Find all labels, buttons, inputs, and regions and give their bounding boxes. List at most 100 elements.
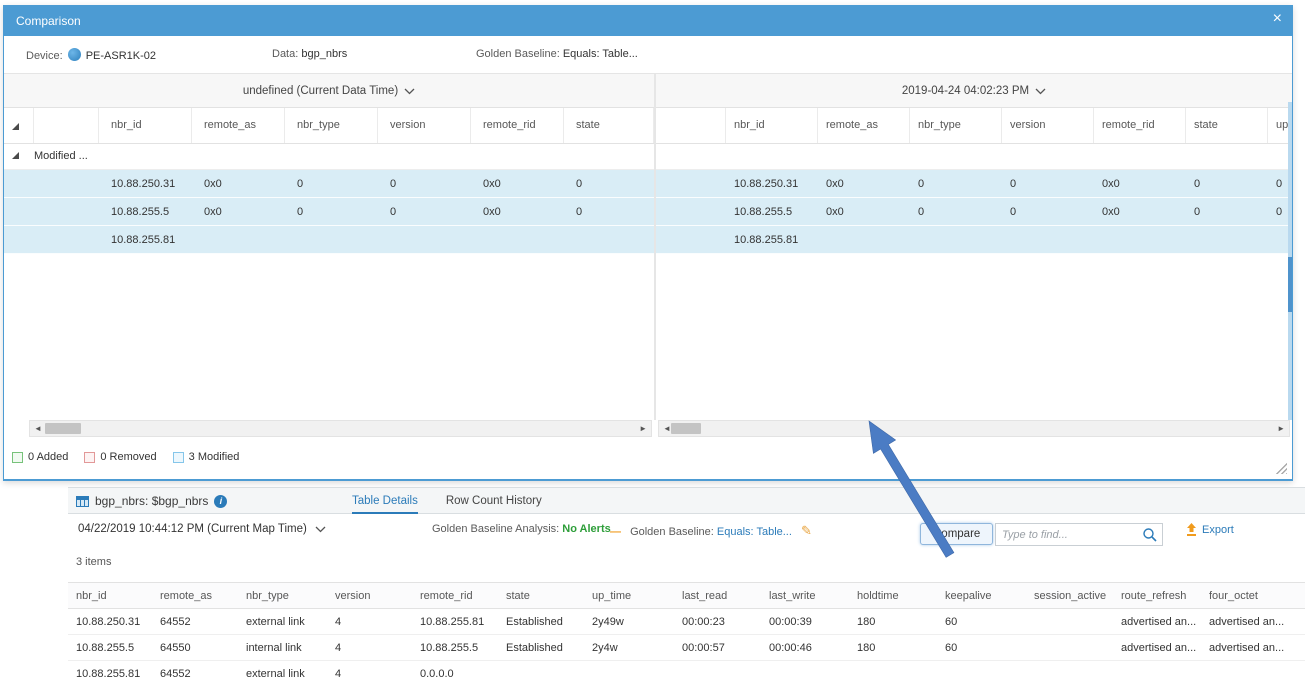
- gb-setting: — Golden Baseline: Equals: Table... ✎: [610, 523, 812, 539]
- cell: 2y4w: [584, 635, 674, 661]
- sort-icon[interactable]: [4, 108, 34, 143]
- baseline-value: Equals: Table...: [563, 48, 638, 60]
- compare-button[interactable]: Compare: [920, 523, 993, 545]
- panel-title: bgp_nbrs: $bgp_nbrs: [95, 494, 208, 508]
- scrollbar-thumb[interactable]: [45, 423, 81, 434]
- column-header[interactable]: remote_rid: [471, 108, 564, 143]
- column-header[interactable]: nbr_id: [68, 582, 152, 609]
- tab-table-details[interactable]: Table Details: [352, 488, 418, 515]
- cell: 4: [327, 635, 412, 661]
- cell: 0: [285, 170, 378, 197]
- edit-pencil-icon[interactable]: ✎: [801, 523, 812, 538]
- cell: 60: [937, 609, 1026, 635]
- column-header[interactable]: remote_rid: [412, 582, 498, 609]
- column-header[interactable]: version: [378, 108, 471, 143]
- column-header[interactable]: remote_as: [818, 108, 910, 143]
- scrollbar-thumb[interactable]: [1288, 257, 1292, 312]
- column-header[interactable]: last_write: [761, 582, 849, 609]
- left-time-label: undefined (Current Data Time): [243, 85, 398, 97]
- cell: 64552: [152, 661, 238, 682]
- collapse-icon[interactable]: [4, 144, 34, 169]
- column-header[interactable]: route_refresh: [1113, 582, 1201, 609]
- cell: 2y49w: [584, 609, 674, 635]
- export-button[interactable]: Export: [1186, 523, 1234, 536]
- comparison-dialog: Comparison × Device:PE-ASR1K-02 Data: bg…: [3, 5, 1293, 481]
- device-info: Device: PE-ASR1K-02: [26, 48, 156, 62]
- right-h-scrollbar[interactable]: ◄ ►: [658, 420, 1290, 437]
- comparison-row[interactable]: 10.88.250.31 0x0 0 0 0x0 0 10.88.250.31 …: [4, 170, 1292, 198]
- table-row[interactable]: 10.88.255.5 64550 internal link 4 10.88.…: [68, 635, 1305, 661]
- search-input[interactable]: [1002, 525, 1132, 544]
- cell: 0.0.0.0: [412, 661, 498, 682]
- column-header[interactable]: nbr_type: [238, 582, 327, 609]
- column-header[interactable]: keepalive: [937, 582, 1026, 609]
- panel-header: bgp_nbrs: $bgp_nbrs i Table Details Row …: [68, 487, 1305, 514]
- column-header[interactable]: remote_rid: [1094, 108, 1186, 143]
- cell: [1026, 609, 1113, 635]
- column-header[interactable]: state: [498, 582, 584, 609]
- table-icon: [76, 496, 89, 507]
- column-header[interactable]: up_time: [584, 582, 674, 609]
- column-header[interactable]: remote_as: [152, 582, 238, 609]
- column-header[interactable]: four_octet: [1201, 582, 1305, 609]
- triangle-icon: [12, 152, 19, 159]
- legend-modified: 3 Modified: [173, 451, 240, 463]
- column-header[interactable]: holdtime: [849, 582, 937, 609]
- column-header[interactable]: nbr_id: [726, 108, 818, 143]
- cell: 10.88.255.81: [99, 226, 192, 253]
- device-icon: [68, 48, 81, 61]
- comparison-row[interactable]: 10.88.255.81 10.88.255.81: [4, 226, 1292, 254]
- close-icon[interactable]: ×: [1273, 10, 1282, 28]
- column-header[interactable]: nbr_type: [285, 108, 378, 143]
- column-header[interactable]: nbr_id: [99, 108, 192, 143]
- panel-title-group: bgp_nbrs: $bgp_nbrs i: [76, 494, 227, 508]
- legend-removed: 0 Removed: [84, 451, 156, 463]
- column-header[interactable]: last_read: [674, 582, 761, 609]
- dialog-title: Comparison: [16, 14, 81, 28]
- column-header[interactable]: version: [327, 582, 412, 609]
- left-h-scrollbar[interactable]: ◄ ►: [29, 420, 652, 437]
- column-header[interactable]: nbr_type: [910, 108, 1002, 143]
- search-icon[interactable]: [1142, 527, 1158, 543]
- scroll-right-icon[interactable]: ►: [639, 424, 647, 433]
- resize-handle[interactable]: [1275, 462, 1287, 474]
- right-v-scrollbar[interactable]: [1288, 102, 1292, 420]
- column-header[interactable]: version: [1002, 108, 1094, 143]
- device-value: PE-ASR1K-02: [86, 50, 156, 62]
- cell: 60: [937, 635, 1026, 661]
- tab-row-count-history[interactable]: Row Count History: [446, 488, 542, 515]
- cell: advertised an...: [1113, 609, 1201, 635]
- modified-swatch-icon: [173, 452, 184, 463]
- column-header[interactable]: remote_as: [192, 108, 285, 143]
- cell: [674, 661, 761, 682]
- map-time-selector[interactable]: 04/22/2019 10:44:12 PM (Current Map Time…: [78, 523, 326, 535]
- cell: 0: [1186, 198, 1268, 225]
- comparison-row[interactable]: 10.88.255.5 0x0 0 0 0x0 0 10.88.255.5 0x…: [4, 198, 1292, 226]
- table-row[interactable]: 10.88.255.81 64552 external link 4 0.0.0…: [68, 661, 1305, 682]
- cell: 10.88.250.31: [726, 170, 818, 197]
- comparison-column-headers: nbr_id remote_as nbr_type version remote…: [4, 108, 1292, 144]
- scroll-right-icon[interactable]: ►: [1277, 424, 1285, 433]
- cell: [1026, 661, 1113, 682]
- device-label: Device:: [26, 50, 63, 62]
- column-header[interactable]: state: [1186, 108, 1268, 143]
- right-time-selector[interactable]: 2019-04-24 04:02:23 PM: [656, 74, 1292, 108]
- scroll-left-icon[interactable]: ◄: [34, 424, 42, 433]
- gb-value-link[interactable]: Equals: Table...: [717, 526, 792, 538]
- column-header[interactable]: session_active: [1026, 582, 1113, 609]
- cell: [1026, 635, 1113, 661]
- cell: [1113, 661, 1201, 682]
- cell: advertised an...: [1113, 635, 1201, 661]
- scrollbar-thumb[interactable]: [671, 423, 701, 434]
- left-time-selector[interactable]: undefined (Current Data Time): [4, 74, 654, 108]
- group-row-modified[interactable]: Modified ...: [4, 144, 1292, 170]
- cell: advertised an...: [1201, 609, 1305, 635]
- cell: [910, 226, 1002, 253]
- scroll-left-icon[interactable]: ◄: [663, 424, 671, 433]
- cell: 64550: [152, 635, 238, 661]
- panel-tabs: Table Details Row Count History: [352, 488, 542, 515]
- info-icon[interactable]: i: [214, 495, 227, 508]
- cell: 10.88.250.31: [68, 609, 152, 635]
- column-header[interactable]: state: [564, 108, 654, 143]
- table-row[interactable]: 10.88.250.31 64552 external link 4 10.88…: [68, 609, 1305, 635]
